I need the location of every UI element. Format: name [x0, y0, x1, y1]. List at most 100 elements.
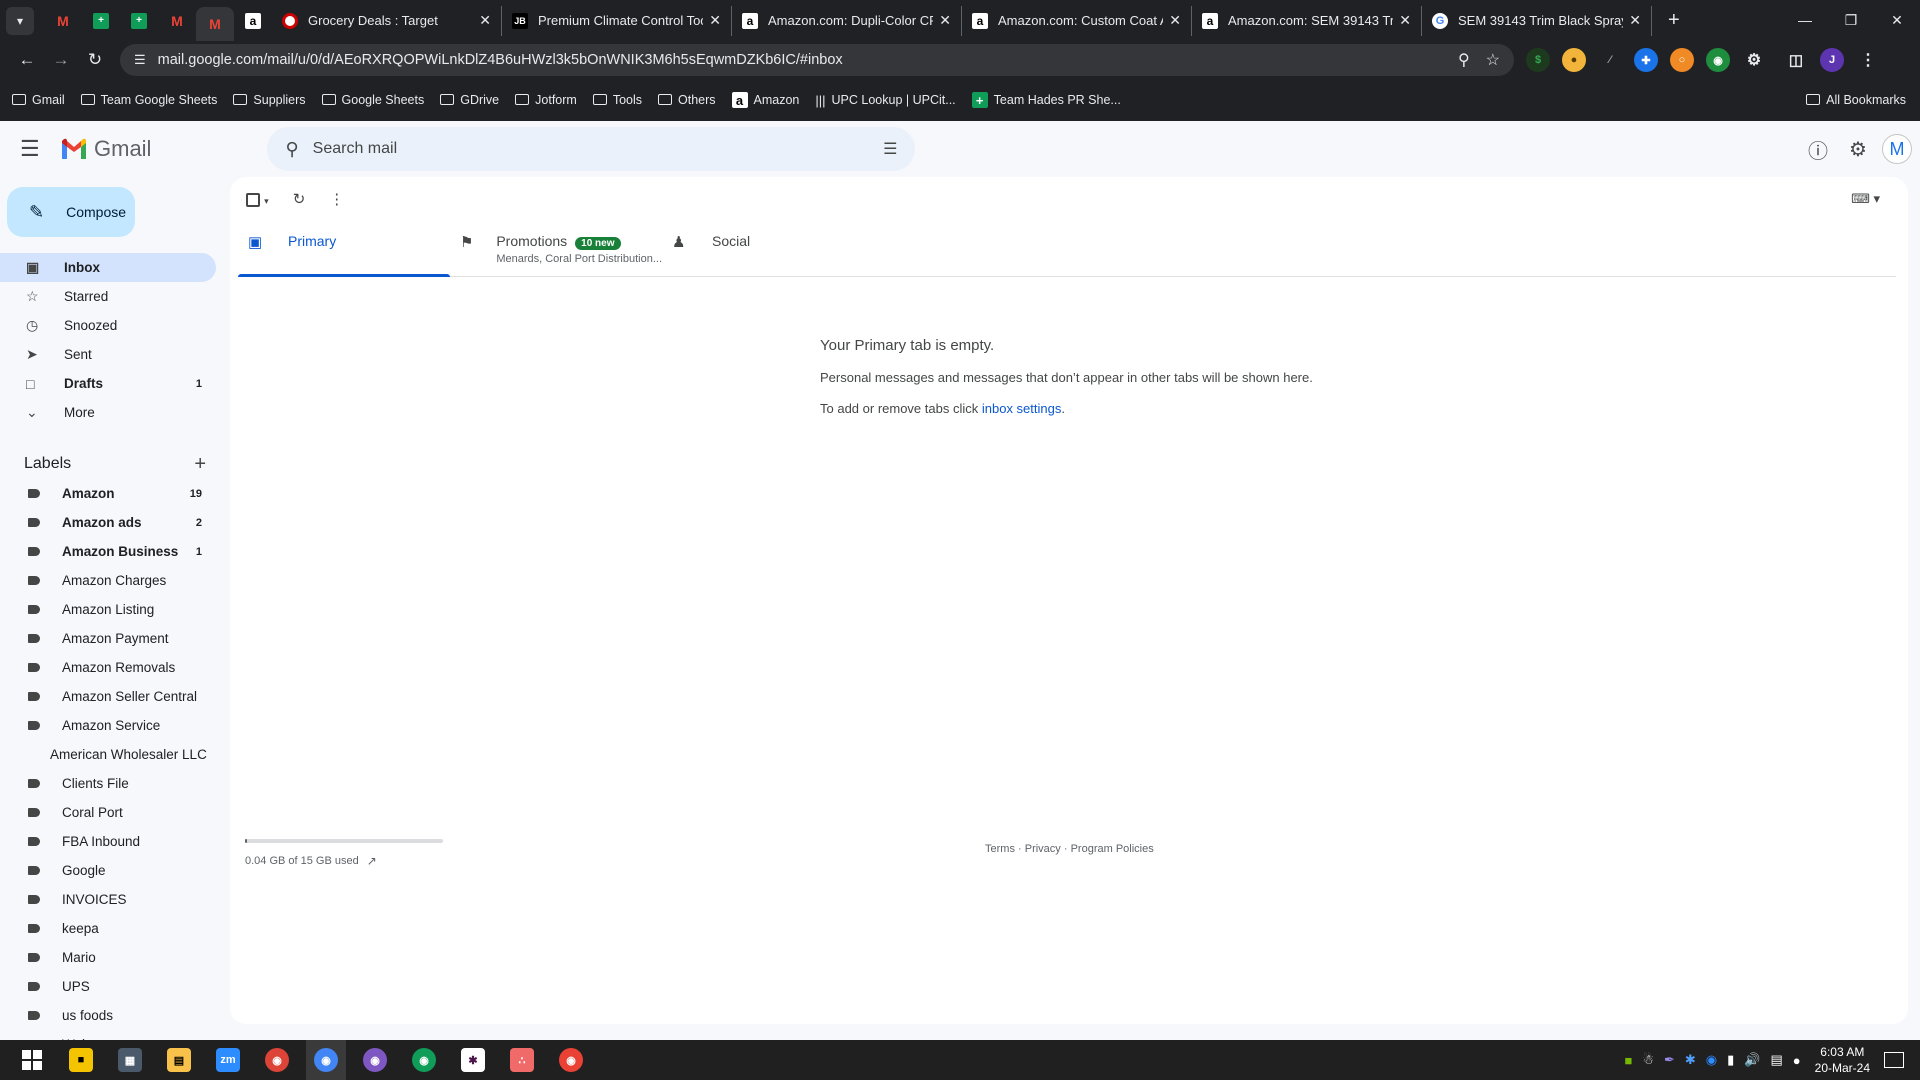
label-item[interactable]: FBA Inbound	[0, 827, 216, 856]
bookmark[interactable]: Team Google Sheets	[80, 93, 217, 108]
search-options-icon[interactable]: ☰	[883, 139, 897, 159]
volume-icon[interactable]: 🔊	[1744, 1052, 1760, 1068]
label-item[interactable]: Amazon ads 2	[0, 508, 216, 537]
search-input[interactable]: Search mail	[313, 140, 883, 158]
extensions-puzzle-icon[interactable]: ⚙	[1742, 48, 1766, 72]
refresh-icon[interactable]: ↻	[293, 190, 306, 208]
terms-link[interactable]: Terms	[985, 843, 1015, 855]
label-item[interactable]: Google	[0, 856, 216, 885]
bookmark[interactable]: Suppliers	[233, 93, 306, 108]
browser-tab[interactable]: a Amazon.com: SEM 39143 Trim ✕	[1192, 5, 1422, 36]
label-item[interactable]: Amazon 19	[0, 479, 216, 508]
chevron-down-icon[interactable]: ▾	[264, 196, 269, 206]
nvidia-icon[interactable]: ■	[1624, 1053, 1632, 1068]
browser-tab[interactable]: G SEM 39143 Trim Black Spray A ✕	[1422, 5, 1652, 36]
bookmark[interactable]: + Team Hades PR She...	[971, 92, 1121, 108]
hamburger-menu-icon[interactable]: ☰	[20, 136, 44, 162]
reload-icon[interactable]: ↻	[78, 50, 112, 70]
sidebar-item-sent[interactable]: ➤ Sent	[0, 340, 216, 369]
browser-tab[interactable]: Grocery Deals : Target ✕	[272, 5, 502, 36]
label-item[interactable]: American Wholesaler LLC	[0, 740, 216, 769]
close-icon[interactable]: ✕	[1399, 12, 1411, 29]
forward-icon[interactable]: →	[44, 50, 78, 70]
privacy-link[interactable]: Privacy	[1025, 843, 1061, 855]
close-icon[interactable]: ✕	[1629, 12, 1641, 29]
profile-avatar[interactable]: J	[1820, 48, 1844, 72]
search-icon[interactable]: ⚲	[285, 139, 298, 160]
inbox-settings-link[interactable]: inbox settings	[982, 401, 1062, 416]
tab-promotions[interactable]: ⚑ Promotions 10 new Menards, Coral Port D…	[450, 221, 662, 276]
all-bookmarks[interactable]: All Bookmarks	[1806, 93, 1906, 108]
address-bar[interactable]: ☰ mail.google.com/mail/u/0/d/AEoRXRQOPWi…	[120, 44, 1514, 76]
label-item[interactable]: Coral Port	[0, 798, 216, 827]
start-button[interactable]	[12, 1040, 52, 1080]
extension-icon[interactable]: ○	[1670, 48, 1694, 72]
taskbar-app[interactable]: ◉	[257, 1040, 297, 1080]
bookmark[interactable]: Jotform	[515, 93, 577, 108]
bookmark[interactable]: Google Sheets	[321, 93, 424, 108]
close-window-icon[interactable]: ✕	[1874, 12, 1920, 29]
pinned-tab-amazon[interactable]: a	[234, 6, 272, 36]
label-item[interactable]: Amazon Payment	[0, 624, 216, 653]
select-all-checkbox[interactable]: ▾	[246, 191, 269, 208]
sidebar-item-more[interactable]: ⌄ More	[0, 398, 216, 427]
bookmark[interactable]: Others	[658, 93, 716, 108]
close-icon[interactable]: ✕	[1169, 12, 1181, 29]
taskbar-app[interactable]: ◉	[404, 1040, 444, 1080]
extension-icon[interactable]: ◉	[1706, 48, 1730, 72]
taskbar-app[interactable]: ■	[61, 1040, 101, 1080]
new-tab-button[interactable]: +	[1668, 9, 1680, 32]
notification-icon[interactable]	[1884, 1052, 1904, 1068]
label-item[interactable]: Amazon Removals	[0, 653, 216, 682]
settings-gear-icon[interactable]: ⚙	[1838, 137, 1878, 162]
pinned-tab-sheets-2[interactable]: +	[120, 6, 158, 36]
label-item[interactable]: Amazon Service	[0, 711, 216, 740]
browser-tab[interactable]: a Amazon.com: Custom Coat Ad ✕	[962, 5, 1192, 36]
pinned-tab-gmail-2[interactable]: M	[158, 6, 196, 36]
label-item[interactable]: keepa	[0, 914, 216, 943]
label-item[interactable]: Mario	[0, 943, 216, 972]
browser-tab[interactable]: a Amazon.com: Dupli-Color CP1 ✕	[732, 5, 962, 36]
taskbar-app-active[interactable]: ◉	[306, 1040, 346, 1080]
account-avatar[interactable]: M	[1882, 134, 1912, 164]
back-icon[interactable]: ←	[10, 50, 44, 70]
sidebar-item-drafts[interactable]: □ Drafts 1	[0, 369, 216, 398]
label-item[interactable]: Clients File	[0, 769, 216, 798]
wifi-icon[interactable]: ▤	[1770, 1052, 1782, 1068]
taskbar-app[interactable]: ◉	[355, 1040, 395, 1080]
label-item[interactable]: Amazon Seller Central	[0, 682, 216, 711]
zoom-tray-icon[interactable]: ◉	[1706, 1052, 1717, 1068]
pinned-tab-sheets-1[interactable]: +	[82, 6, 120, 36]
pen-icon[interactable]: ✒	[1664, 1052, 1675, 1068]
label-item[interactable]: Amazon Charges	[0, 566, 216, 595]
bluetooth-icon[interactable]: ✱	[1685, 1052, 1696, 1068]
menu-dots-icon[interactable]: ⋮	[1856, 48, 1880, 72]
bookmark[interactable]: Gmail	[12, 93, 65, 108]
label-item[interactable]: us foods	[0, 1001, 216, 1030]
program-policies-link[interactable]: Program Policies	[1071, 843, 1154, 855]
close-icon[interactable]: ✕	[939, 12, 951, 29]
network-share-icon[interactable]: ☃	[1642, 1052, 1654, 1068]
taskbar-app[interactable]: zm	[208, 1040, 248, 1080]
label-item[interactable]: Amazon Listing	[0, 595, 216, 624]
microphone-icon[interactable]: ●	[1793, 1053, 1801, 1068]
taskbar-app[interactable]: ▤	[159, 1040, 199, 1080]
extension-icon[interactable]: ⁄	[1598, 48, 1622, 72]
taskbar-app[interactable]: ▦	[110, 1040, 150, 1080]
url-text[interactable]: mail.google.com/mail/u/0/d/AEoRXRQOPWiLn…	[158, 52, 1442, 68]
site-info-icon[interactable]: ☰	[134, 52, 146, 68]
taskbar-app[interactable]: ∴	[502, 1040, 542, 1080]
browser-tab[interactable]: JB Premium Climate Control Tool ✕	[502, 5, 732, 36]
add-label-icon[interactable]: +	[194, 453, 206, 476]
label-item[interactable]: UPS	[0, 972, 216, 1001]
bookmark-star-icon[interactable]: ☆	[1486, 50, 1500, 70]
minimize-icon[interactable]: —	[1782, 12, 1828, 29]
restore-icon[interactable]: ❐	[1828, 12, 1874, 29]
more-vert-icon[interactable]: ⋮	[329, 190, 344, 208]
tab-social[interactable]: ♟ Social	[662, 221, 874, 276]
help-icon[interactable]: ⓘ	[1798, 135, 1838, 164]
system-clock[interactable]: 6:03 AM 20-Mar-24	[1815, 1044, 1870, 1076]
taskbar-app[interactable]: ✱	[453, 1040, 493, 1080]
bookmark[interactable]: Tools	[592, 93, 642, 108]
battery-icon[interactable]: ▮	[1727, 1052, 1734, 1068]
